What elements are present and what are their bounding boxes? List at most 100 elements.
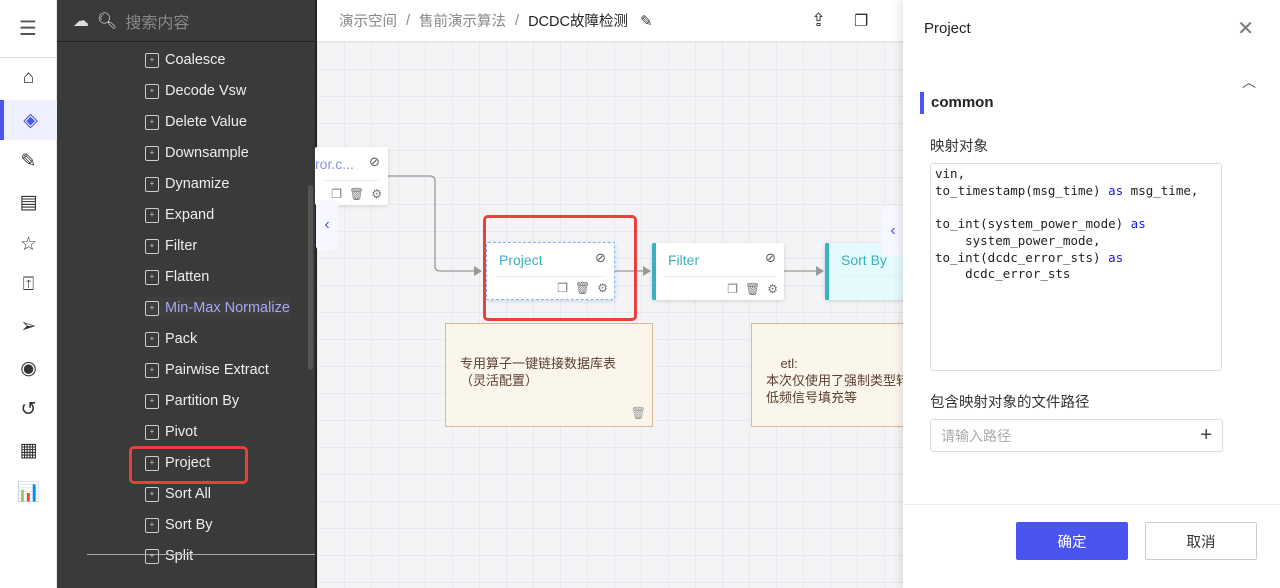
disable-icon[interactable]: ⊘: [369, 154, 380, 170]
operator-icon: +: [145, 52, 159, 68]
arrowhead: [816, 266, 824, 276]
operator-item[interactable]: + Sort All: [145, 483, 211, 505]
code-line: system_power_mode,: [935, 232, 1101, 248]
report-icon[interactable]: ▤: [0, 182, 57, 222]
code-line: to_int(dcdc_error_sts) as: [935, 249, 1124, 265]
operator-item[interactable]: + Sort By: [145, 514, 213, 536]
upload-cloud-icon[interactable]: ⇪: [811, 10, 826, 31]
project-config-drawer: Project ✕ ︿ common 映射对象 vin, to_timestamp…: [903, 0, 1280, 588]
send-icon[interactable]: ➢: [0, 306, 57, 346]
arrowhead: [474, 266, 482, 276]
history-icon[interactable]: ↺: [0, 389, 57, 429]
cancel-button[interactable]: 取消: [1145, 522, 1257, 560]
expand-left-tab[interactable]: ‹: [316, 200, 338, 250]
code-line: to_timestamp(msg_time) as msg_time,: [935, 182, 1199, 198]
operator-label: Min-Max Normalize: [165, 300, 290, 316]
operator-item[interactable]: + Delete Value: [145, 111, 247, 133]
search-bar[interactable]: ☁ 🔍︎ 搜索内容: [57, 0, 315, 42]
bar-chart-icon[interactable]: 📊: [0, 472, 57, 512]
operator-icon: +: [145, 517, 159, 533]
arrowhead: [643, 266, 651, 276]
operator-icon: +: [145, 83, 159, 99]
edit-note-icon[interactable]: ✎: [0, 141, 57, 181]
operator-icon: +: [145, 145, 159, 161]
operator-icon: +: [145, 300, 159, 316]
confirm-button[interactable]: 确定: [1016, 522, 1128, 560]
operator-item[interactable]: + Expand: [145, 204, 214, 226]
drawer-title: Project: [924, 20, 971, 37]
operator-label: Pairwise Extract: [165, 362, 269, 378]
operator-label: Sort By: [165, 517, 213, 533]
edit-icon[interactable]: ✎: [640, 12, 653, 30]
chevron-up-icon[interactable]: ︿: [1242, 72, 1256, 92]
operator-label: Expand: [165, 207, 215, 223]
mapping-editor[interactable]: vin, to_timestamp(msg_time) as msg_time, …: [930, 163, 1222, 371]
search-input[interactable]: 搜索内容: [125, 9, 189, 33]
trash-icon[interactable]: 🗑︎: [745, 282, 760, 296]
operator-label: Coalesce: [165, 52, 226, 68]
trash-icon[interactable]: 🗑︎: [349, 187, 364, 201]
operator-icon: +: [145, 362, 159, 378]
breadcrumb-item[interactable]: 售前演示算法: [419, 10, 506, 31]
path-input[interactable]: 请输入路径 +: [930, 419, 1223, 452]
operator-icon: +: [145, 331, 159, 347]
operator-label: Pivot: [165, 424, 198, 440]
home-icon[interactable]: ⌂: [0, 58, 57, 98]
operator-icon: +: [145, 176, 159, 192]
note-card[interactable]: etl: 本次仅使用了强制类型转 低频信号填充等: [751, 323, 911, 427]
operator-label: Sort All: [165, 486, 211, 502]
copy-icon[interactable]: ❐: [727, 282, 738, 296]
folder-upload-icon[interactable]: ⍐: [0, 265, 57, 305]
flow-node-filter[interactable]: Filter ⊘ ❐ 🗑︎ ⚙: [652, 243, 784, 300]
page-title: DCDC故障检测: [528, 14, 628, 30]
operator-item[interactable]: + Pivot: [145, 421, 197, 443]
breadcrumb-item[interactable]: 演示空间: [339, 10, 397, 31]
schedule-icon[interactable]: ▦: [0, 430, 57, 470]
path-label: 包含映射对象的文件路径: [930, 395, 1090, 411]
copy-icon[interactable]: ❐: [331, 187, 342, 201]
flow-canvas[interactable]: ror.c... ⊘ ❐ 🗑︎ ⚙ Project ⊘ ❐ 🗑︎ ⚙ Filter ⊘ …: [315, 42, 915, 588]
operator-label: Decode Vsw: [165, 83, 247, 99]
highlight-box-project-item: [129, 446, 248, 484]
section-title: common: [920, 92, 994, 114]
operator-item[interactable]: + Pairwise Extract: [145, 359, 269, 381]
operator-item[interactable]: + Coalesce: [145, 49, 225, 71]
flow-node[interactable]: ror.c... ⊘ ❐ 🗑︎ ⚙: [315, 147, 388, 205]
operator-item[interactable]: + Decode Vsw: [145, 80, 246, 102]
operator-item[interactable]: + Split: [145, 545, 193, 567]
close-icon[interactable]: ✕: [1237, 16, 1254, 41]
chevron-left-icon: ‹: [890, 222, 896, 239]
layers-icon[interactable]: ◈: [0, 100, 57, 140]
scrollbar[interactable]: [308, 185, 313, 370]
operator-label: Dynamize: [165, 176, 230, 192]
operator-item[interactable]: + Min-Max Normalize: [145, 297, 290, 319]
gear-icon[interactable]: ⚙: [371, 187, 382, 201]
operator-item[interactable]: + Filter: [145, 235, 197, 257]
plus-icon[interactable]: +: [1200, 424, 1212, 447]
operator-icon: +: [145, 548, 159, 564]
collapse-menu-icon[interactable]: ☰: [0, 0, 56, 58]
expand-right-tab[interactable]: ‹: [882, 206, 904, 256]
left-nav-rail: ☰ ⌂ ◈ ✎ ▤ ☆ ⍐ ➢ ◉ ↺ ▦ 📊: [0, 0, 57, 588]
disable-icon[interactable]: ⊘: [765, 250, 776, 266]
operator-item[interactable]: + Pack: [145, 328, 197, 350]
gear-icon[interactable]: ⚙: [767, 282, 778, 296]
operator-item[interactable]: + Partition By: [145, 390, 239, 412]
operator-label: Downsample: [165, 145, 249, 161]
code-line: vin,: [935, 166, 966, 181]
trash-icon[interactable]: 🗑︎: [631, 405, 646, 422]
star-icon[interactable]: ☆: [0, 224, 57, 264]
breadcrumb: 演示空间 / 售前演示算法 / DCDC故障检测 ✎ ⇪ ❐: [317, 0, 907, 42]
connector-line: [388, 175, 479, 272]
copy-icon[interactable]: ❐: [854, 11, 868, 31]
note-card[interactable]: 专用算子一键链接数据库表 （灵活配置） 🗑︎: [445, 323, 653, 427]
operator-label: Pack: [165, 331, 198, 347]
chevron-left-icon: ‹: [324, 216, 330, 233]
mapping-label: 映射对象: [930, 139, 988, 155]
operator-item[interactable]: + Downsample: [145, 142, 249, 164]
operator-item[interactable]: + Dynamize: [145, 173, 229, 195]
broadcast-icon[interactable]: ◉: [0, 348, 57, 388]
operator-item[interactable]: + Flatten: [145, 266, 209, 288]
operator-icon: +: [145, 207, 159, 223]
